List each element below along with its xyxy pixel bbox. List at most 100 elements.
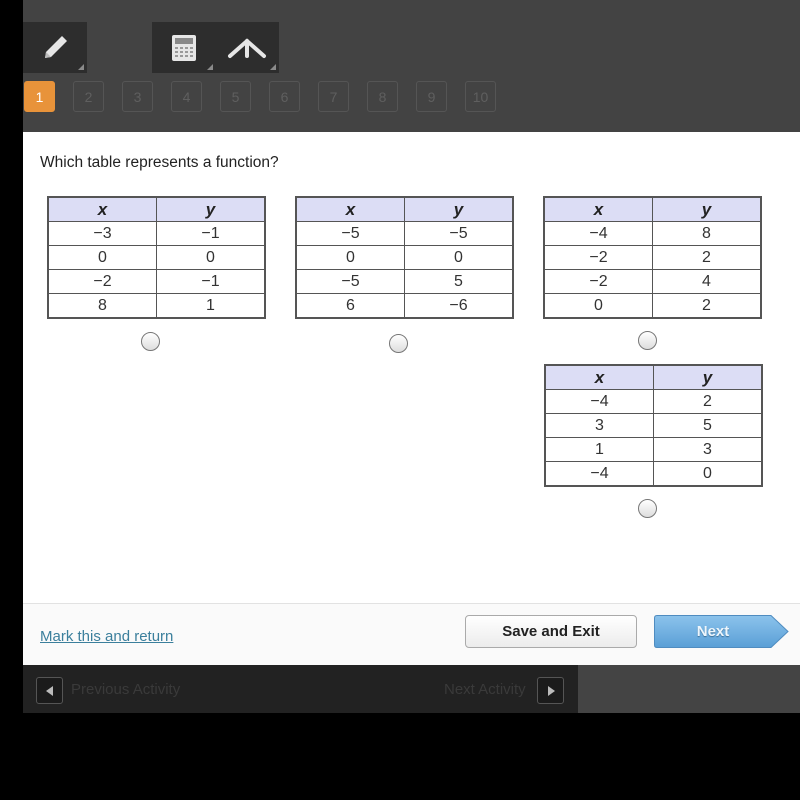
question-tab-10[interactable]: 10 xyxy=(465,81,496,112)
next-activity-button[interactable] xyxy=(537,677,564,704)
x-cell: −2 xyxy=(543,269,653,294)
calculator-button[interactable] xyxy=(152,22,216,73)
question-tab-8[interactable]: 8 xyxy=(367,81,398,112)
x-cell: 6 xyxy=(295,293,405,319)
option-table-d: x y −4 2 3 5 1 3 −4 0 xyxy=(544,364,763,487)
question-tab-1[interactable]: 1 xyxy=(24,81,55,112)
x-cell: −5 xyxy=(295,269,405,294)
y-cell: 3 xyxy=(653,437,763,462)
question-tab-7[interactable]: 7 xyxy=(318,81,349,112)
x-cell: 3 xyxy=(544,413,654,438)
triangle-left-icon xyxy=(45,685,53,696)
question-navigation: 1 2 3 4 5 6 7 8 9 10 xyxy=(24,81,514,112)
x-cell: −5 xyxy=(295,221,405,246)
x-cell: 8 xyxy=(47,293,157,319)
x-cell: −4 xyxy=(544,461,654,487)
question-text: Which table represents a function? xyxy=(40,154,279,171)
table-row: −2 −1 xyxy=(47,269,266,294)
option-a-radio[interactable] xyxy=(141,332,160,351)
y-cell: −6 xyxy=(404,293,514,319)
table-header-x: x xyxy=(295,196,405,222)
table-row: −5 −5 xyxy=(295,221,514,246)
x-cell: 1 xyxy=(544,437,654,462)
question-tab-5[interactable]: 5 xyxy=(220,81,251,112)
question-tab-6[interactable]: 6 xyxy=(269,81,300,112)
table-row: −3 −1 xyxy=(47,221,266,246)
y-cell: 2 xyxy=(652,245,762,270)
x-cell: −3 xyxy=(47,221,157,246)
question-tab-4[interactable]: 4 xyxy=(171,81,202,112)
y-cell: 5 xyxy=(404,269,514,294)
previous-activity-label[interactable]: Previous Activity xyxy=(71,681,180,698)
activity-footer: Previous Activity Next Activity xyxy=(23,665,578,713)
next-button[interactable]: Next xyxy=(654,615,789,648)
table-header-y: y xyxy=(156,196,266,222)
table-row: 6 −6 xyxy=(295,293,514,319)
option-table-b: x y −5 −5 0 0 −5 5 6 −6 xyxy=(295,196,514,319)
next-activity-label[interactable]: Next Activity xyxy=(444,681,526,698)
table-row: −4 2 xyxy=(544,389,763,414)
y-cell: 5 xyxy=(653,413,763,438)
table-header-y: y xyxy=(404,196,514,222)
pencil-tool-group xyxy=(23,22,87,73)
table-row: −4 0 xyxy=(544,461,763,487)
y-cell: 2 xyxy=(652,293,762,319)
tools-group xyxy=(152,22,279,73)
option-b-radio[interactable] xyxy=(389,334,408,353)
previous-activity-button[interactable] xyxy=(36,677,63,704)
x-cell: 0 xyxy=(543,293,653,319)
table-row: −5 5 xyxy=(295,269,514,294)
menu-corner-indicator xyxy=(270,64,276,70)
save-and-exit-button[interactable]: Save and Exit xyxy=(465,615,637,648)
x-cell: −2 xyxy=(47,269,157,294)
option-table-c: x y −4 8 −2 2 −2 4 0 2 xyxy=(543,196,762,319)
y-cell: 8 xyxy=(652,221,762,246)
option-d-radio[interactable] xyxy=(638,499,657,518)
question-tab-9[interactable]: 9 xyxy=(416,81,447,112)
x-cell: −4 xyxy=(543,221,653,246)
table-row: 8 1 xyxy=(47,293,266,319)
question-tab-3[interactable]: 3 xyxy=(122,81,153,112)
table-header-y: y xyxy=(652,196,762,222)
calculator-icon xyxy=(171,34,196,61)
question-panel: Which table represents a function? x y −… xyxy=(23,132,800,603)
table-row: 0 2 xyxy=(543,293,762,319)
table-row: 0 0 xyxy=(295,245,514,270)
y-cell: −5 xyxy=(404,221,514,246)
menu-corner-indicator xyxy=(78,64,84,70)
table-row: −2 4 xyxy=(543,269,762,294)
next-button-label: Next xyxy=(696,623,730,640)
table-row: 0 0 xyxy=(47,245,266,270)
table-header-x: x xyxy=(543,196,653,222)
y-cell: 4 xyxy=(652,269,762,294)
x-cell: −4 xyxy=(544,389,654,414)
table-row: 1 3 xyxy=(544,437,763,462)
mark-and-return-link[interactable]: Mark this and return xyxy=(40,628,173,645)
pencil-icon xyxy=(45,35,67,58)
y-cell: 0 xyxy=(404,245,514,270)
y-cell: 2 xyxy=(653,389,763,414)
menu-corner-indicator xyxy=(206,64,213,70)
y-cell: 1 xyxy=(156,293,266,319)
x-cell: −2 xyxy=(543,245,653,270)
y-cell: 0 xyxy=(653,461,763,487)
y-cell: −1 xyxy=(156,269,266,294)
action-bar: Mark this and return Save and Exit Next xyxy=(23,603,800,666)
y-cell: −1 xyxy=(156,221,266,246)
pencil-button[interactable] xyxy=(23,22,87,73)
table-row: 3 5 xyxy=(544,413,763,438)
x-cell: 0 xyxy=(295,245,405,270)
footer-right-panel xyxy=(578,665,800,713)
table-header-x: x xyxy=(47,196,157,222)
table-row: −4 8 xyxy=(543,221,762,246)
x-cell: 0 xyxy=(47,245,157,270)
question-tab-2[interactable]: 2 xyxy=(73,81,104,112)
table-row: −2 2 xyxy=(543,245,762,270)
triangle-right-icon xyxy=(547,685,555,696)
option-table-a: x y −3 −1 0 0 −2 −1 8 1 xyxy=(47,196,266,319)
y-cell: 0 xyxy=(156,245,266,270)
top-toolbar: 1 2 3 4 5 6 7 8 9 10 xyxy=(23,0,800,132)
reference-button[interactable] xyxy=(216,22,280,73)
table-header-y: y xyxy=(653,364,763,390)
option-c-radio[interactable] xyxy=(638,331,657,350)
